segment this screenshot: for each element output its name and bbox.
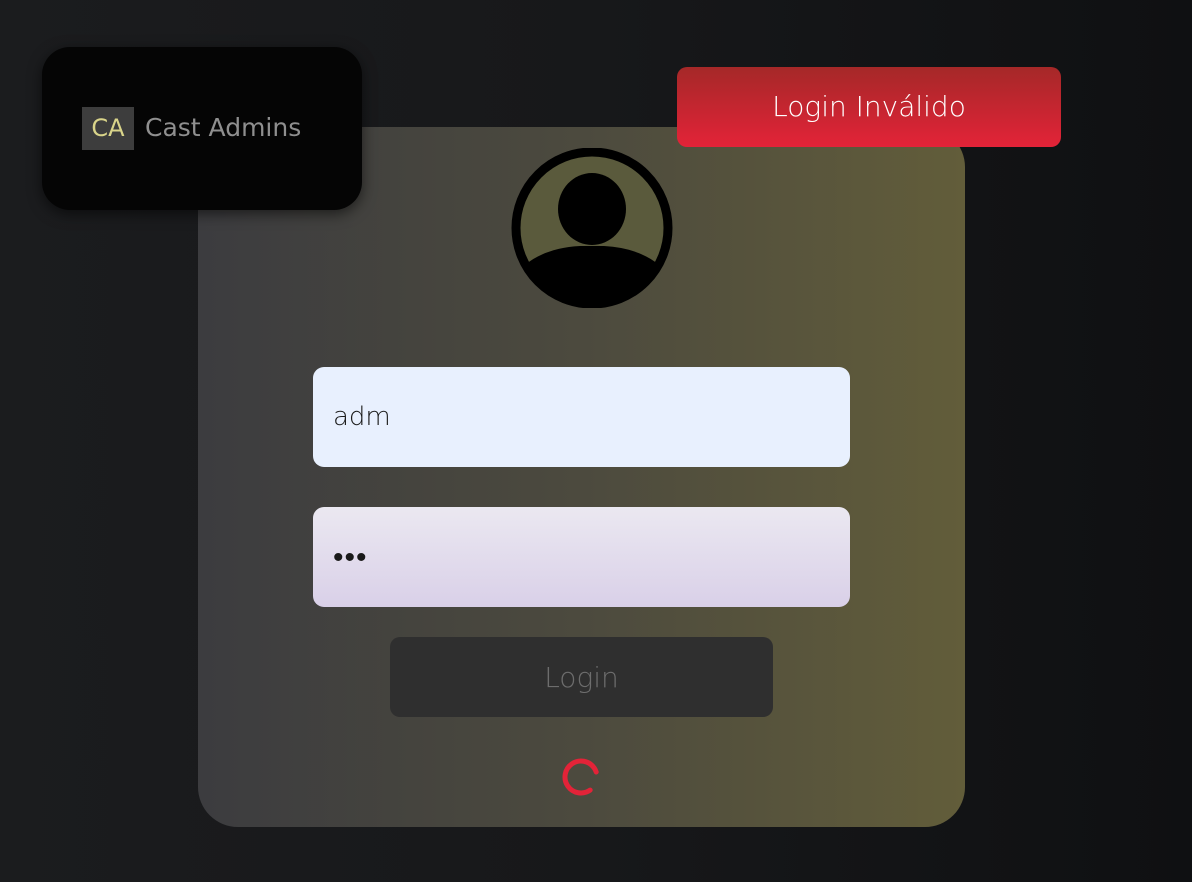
username-input[interactable] (313, 367, 850, 467)
brand-badge: CA Cast Admins (42, 47, 362, 210)
user-avatar-icon (506, 148, 678, 308)
error-toast: Login Inválido (677, 67, 1061, 147)
loading-spinner-icon (561, 757, 601, 797)
login-button[interactable]: Login (390, 637, 773, 717)
brand-logo-mark: CA (82, 107, 134, 150)
brand-name: Cast Admins (145, 113, 302, 142)
password-input[interactable] (313, 507, 850, 607)
